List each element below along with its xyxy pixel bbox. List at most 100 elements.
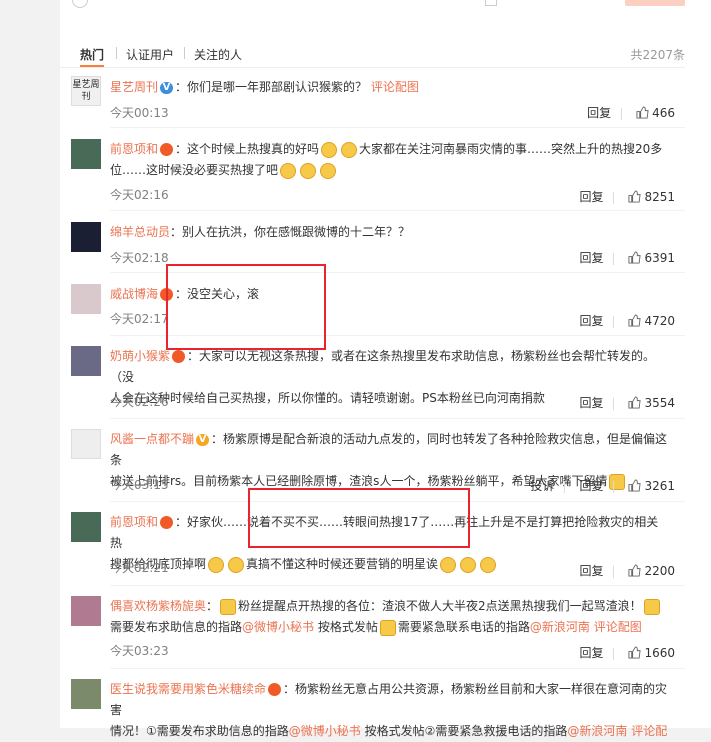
thumb-up-icon — [628, 396, 642, 409]
avatar[interactable] — [71, 429, 101, 459]
emoji-icon — [341, 141, 358, 158]
timestamp: 今天02:26 — [110, 395, 169, 409]
avatar[interactable] — [71, 346, 101, 376]
emoji-icon[interactable] — [72, 0, 88, 8]
comment-text: 大家都在关注河南暴雨灾情的事……突然上升的热搜20多 — [359, 142, 663, 156]
username[interactable]: 威战博海 — [110, 287, 158, 301]
reply-button[interactable]: 回复 — [579, 249, 603, 266]
comment-text: 按格式发帖 — [317, 620, 378, 634]
image-link[interactable]: 评论配图 — [594, 620, 642, 634]
comment-text: 位……这时候没必要买热搜了吧 — [110, 163, 279, 177]
emoji-icon — [460, 556, 477, 573]
reply-button[interactable]: 回复 — [579, 477, 603, 494]
thumb-up-icon — [628, 479, 642, 492]
timestamp: 今天02:18 — [110, 251, 169, 265]
emoji-icon — [440, 556, 457, 573]
mention-link[interactable]: @新浪河南 — [530, 620, 590, 634]
reply-button[interactable]: 回复 — [579, 312, 603, 329]
username[interactable]: 奶萌小猴紫 — [110, 349, 170, 363]
comment-text: ：大家可以无视这条热搜，或者在这条热搜里发布求助信息，杨紫粉丝也会帮忙转发的。（… — [110, 349, 656, 384]
verified-icon: V — [160, 81, 174, 94]
thumb-up-icon — [628, 646, 642, 659]
emoji-icon — [480, 556, 497, 573]
like-button[interactable]: 1660 — [628, 646, 675, 660]
like-button[interactable]: 2200 — [628, 564, 675, 578]
reply-button[interactable]: 回复 — [579, 644, 603, 661]
emoji-icon — [300, 162, 317, 179]
timestamp: 今天02:21 — [110, 561, 169, 575]
pointing-hand-icon — [379, 619, 396, 636]
avatar[interactable] — [71, 512, 101, 542]
avatar[interactable] — [71, 596, 101, 626]
like-button[interactable]: 466 — [636, 106, 675, 120]
username[interactable]: 星艺周刊 — [110, 80, 158, 94]
fan-badge-icon — [172, 350, 186, 363]
top-toolbar — [60, 0, 711, 14]
comment-text: 真搞不懂这种时候还要营销的明星诶 — [246, 557, 439, 571]
tab-verified[interactable]: 认证用户 — [126, 46, 174, 63]
username[interactable]: 绵羊总动员 — [110, 225, 170, 239]
comment-text: 人会在这种时候给自己买热搜，所以你懂的。请轻喷谢谢。PS本粉丝已向河南捐款 — [110, 391, 545, 405]
checkbox[interactable] — [485, 0, 497, 6]
username[interactable]: 前恩项和 — [110, 142, 158, 156]
comment-text: 情况！①需要发布求助信息的指路 — [110, 724, 289, 738]
highlight-box — [248, 488, 470, 548]
username[interactable]: 前恩项和 — [110, 515, 158, 529]
reply-button[interactable]: 回复 — [579, 188, 603, 205]
comment-text: 需要紧急联系电话的指路 — [397, 620, 530, 634]
mention-link[interactable]: @微博小秘书 — [289, 724, 361, 738]
avatar[interactable] — [71, 679, 101, 709]
total-count: 共2207条 — [630, 48, 685, 62]
like-button[interactable]: 3554 — [628, 396, 675, 410]
image-link[interactable]: 评论配图 — [371, 80, 419, 94]
username[interactable]: 风酱一点都不蹦 — [110, 432, 194, 446]
like-count: 3554 — [644, 396, 675, 410]
comment-text: 粉丝提醒点开热搜的各位：渣浪不做人大半夜2点送黑热搜我们一起骂渣浪！ — [238, 599, 642, 613]
like-button[interactable]: 3261 — [628, 479, 675, 493]
pointing-hand-icon — [220, 598, 237, 615]
image-link[interactable]: 评论配 — [631, 724, 667, 738]
comment-tabs: 热门 认证用户 关注的人 共2207条 — [60, 40, 711, 68]
fan-badge-icon — [268, 683, 282, 696]
like-button[interactable]: 6391 — [628, 251, 675, 265]
comment-text: 你们是哪一年那部剧认识猴紫的？ — [187, 80, 368, 94]
thumb-up-icon — [628, 564, 642, 577]
like-button[interactable]: 4720 — [628, 314, 675, 328]
report-button[interactable]: 投诉 — [530, 477, 554, 494]
like-count: 8251 — [644, 190, 675, 204]
thumb-up-icon — [628, 190, 642, 203]
like-count: 3261 — [644, 479, 675, 493]
reply-button[interactable]: 回复 — [587, 104, 611, 121]
username[interactable]: 偶喜欢杨紫杨旎奥 — [110, 599, 206, 613]
reply-button[interactable]: 回复 — [579, 394, 603, 411]
like-count: 6391 — [644, 251, 675, 265]
mention-link[interactable]: @新浪河南 — [567, 724, 627, 738]
emoji-icon — [321, 141, 338, 158]
emoji-icon — [280, 162, 297, 179]
emoji-icon — [208, 556, 225, 573]
tab-following[interactable]: 关注的人 — [194, 46, 242, 63]
reply-button[interactable]: 回复 — [579, 562, 603, 579]
mention-link[interactable]: @微博小秘书 — [242, 620, 314, 634]
avatar[interactable] — [71, 222, 101, 252]
thumb-up-icon — [628, 314, 642, 327]
emoji-icon — [228, 556, 245, 573]
avatar[interactable]: 星艺周刊 — [71, 76, 101, 106]
timestamp: 今天00:13 — [110, 106, 169, 120]
emoji-icon — [320, 162, 337, 179]
fan-badge-icon — [160, 143, 174, 156]
avatar[interactable] — [71, 284, 101, 314]
like-button[interactable]: 8251 — [628, 190, 675, 204]
submit-button[interactable] — [625, 0, 685, 6]
timestamp: 今天03:23 — [110, 644, 169, 658]
username[interactable]: 医生说我需要用紫色米糖续命 — [110, 682, 266, 696]
fan-badge-icon — [160, 516, 174, 529]
comment-text: ：别人在抗洪，你在感慨跟微博的十二年？？ — [170, 225, 411, 239]
comment-text: ：这个时候上热搜真的好吗 — [175, 142, 320, 156]
thumb-up-icon — [628, 251, 642, 264]
thumb-up-icon — [636, 106, 649, 119]
pointing-hand-icon — [643, 598, 660, 615]
avatar[interactable] — [71, 139, 101, 169]
tab-hot[interactable]: 热门 — [80, 46, 104, 63]
like-count: 2200 — [644, 564, 675, 578]
